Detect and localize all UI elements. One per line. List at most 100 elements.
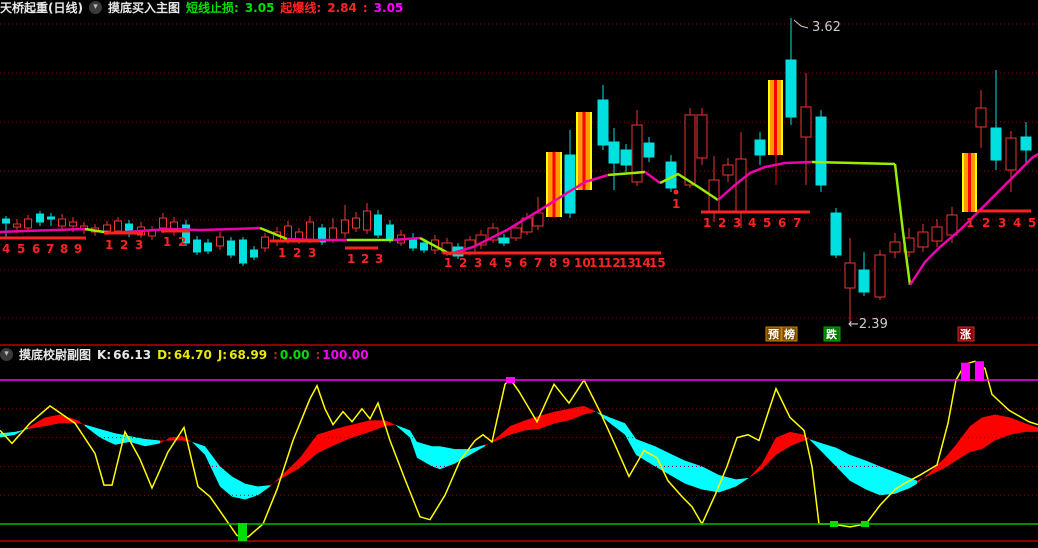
kd-ribbon <box>636 439 655 467</box>
candle <box>800 106 812 138</box>
candle <box>1005 137 1017 171</box>
overbought-bar <box>961 362 970 381</box>
count-number: 2 <box>178 235 186 249</box>
kd-ribbon <box>569 405 584 421</box>
kd-ribbon <box>370 420 385 432</box>
kd-ribbon <box>300 434 317 468</box>
count-number: 2 <box>459 256 467 270</box>
signal-bar-stripe <box>975 153 977 212</box>
count-number: 3 <box>474 256 482 270</box>
kd-ribbon <box>470 444 485 455</box>
kd-ribbon <box>776 431 790 455</box>
candle <box>159 217 167 229</box>
count-number: 6 <box>519 256 527 270</box>
candle <box>227 240 235 256</box>
boom-line-value2: 3.05 <box>373 0 404 15</box>
candle <box>204 242 212 252</box>
candle <box>24 218 32 229</box>
next-panel-sliver <box>0 543 1038 548</box>
kd-ribbon <box>220 466 232 497</box>
candle <box>858 269 870 293</box>
kd-ribbon <box>625 423 636 455</box>
kd-ribbon <box>736 477 749 487</box>
kd-ribbon <box>317 428 335 454</box>
candle <box>815 116 827 186</box>
candle <box>889 241 901 253</box>
d-value: 64.70 <box>173 347 212 362</box>
count-number: 6 <box>778 216 786 230</box>
count-number: 4 <box>2 242 10 256</box>
candle <box>329 227 337 241</box>
candle <box>931 226 943 242</box>
candle <box>975 107 987 128</box>
candle <box>990 127 1002 161</box>
kd-ribbon <box>555 408 569 424</box>
d-label: D: <box>157 347 172 362</box>
boom-line-sep: : <box>362 0 368 15</box>
stop-loss-value: 3.05 <box>244 0 275 15</box>
price-annotation: 3.62 <box>812 20 841 35</box>
kd-ribbon <box>258 485 270 496</box>
j-label: J: <box>217 347 228 362</box>
kd-ribbon <box>410 430 417 458</box>
candle <box>608 141 620 164</box>
candle <box>597 99 609 146</box>
count-number: 2 <box>982 216 990 230</box>
kd-ribbon <box>866 460 880 496</box>
kd-ribbon <box>285 457 300 477</box>
sub-chart-header: ▾ 摸底校尉副图 K: 66.13 D: 64.70 J: 68.99 : 0.… <box>0 347 1038 362</box>
kd-ribbon <box>160 437 170 444</box>
signal-bar-stripe <box>590 112 592 190</box>
kd-ribbon <box>440 446 455 470</box>
kd-ribbon <box>790 431 804 447</box>
signal-bar-stripe <box>582 112 586 190</box>
overbought-bar <box>975 361 984 381</box>
candle <box>13 223 21 228</box>
count-number: 5 <box>1028 216 1036 230</box>
sub-indicator-name[interactable]: 摸底校尉副图 <box>19 346 91 363</box>
kd-ribbon <box>232 476 245 500</box>
candle <box>643 142 655 158</box>
count-number: 3 <box>998 216 1006 230</box>
candle <box>696 114 708 159</box>
signal-bar-stripe <box>962 153 964 212</box>
signal-bar-stripe <box>774 80 777 155</box>
main-indicator-name[interactable]: 摸底买入主图 <box>108 0 180 16</box>
count-number: 9 <box>562 256 570 270</box>
candle <box>874 254 886 298</box>
kd-ribbon <box>762 437 776 470</box>
chevron-down-icon[interactable]: ▾ <box>88 1 102 14</box>
candle <box>754 139 766 156</box>
kd-ribbon <box>45 414 60 427</box>
candle <box>193 239 201 253</box>
kd-ribbon <box>749 463 762 478</box>
count-number: 8 <box>60 242 68 256</box>
j-value: 68.99 <box>229 347 268 362</box>
count-number: 2 <box>718 216 726 230</box>
count-number: 7 <box>793 216 801 230</box>
candle <box>498 237 510 244</box>
candle <box>36 213 44 223</box>
kd-ribbon <box>78 420 85 427</box>
kd-ribbon <box>335 424 352 445</box>
kd-ribbon <box>917 472 930 484</box>
candle <box>844 262 856 289</box>
count-number: 15 <box>649 256 666 270</box>
chevron-down-icon[interactable]: ▾ <box>0 348 13 361</box>
count-number: 2 <box>120 238 128 252</box>
candle <box>420 242 428 251</box>
kd-ribbon <box>510 420 525 435</box>
candle <box>261 236 269 249</box>
kd-ribbon <box>956 426 970 461</box>
kd-ribbon <box>539 411 555 429</box>
high-bound-value: 100.00 <box>322 347 369 362</box>
kd-ribbon <box>702 466 719 493</box>
kd-ribbon <box>270 472 285 487</box>
candle <box>103 224 111 232</box>
chart-canvas[interactable]: 4 5 6 7 8 9 1 2 3 1 21 2 3 1 2 3 1 2 3 4 5 6 7 8 9 1011121314151 2… <box>0 0 1038 548</box>
stop-loss-label: 短线止损: <box>186 1 239 15</box>
signal-bar-stripe <box>968 153 971 212</box>
count-number: 9 <box>74 242 82 256</box>
candle <box>58 218 66 227</box>
j-line <box>0 360 1038 538</box>
